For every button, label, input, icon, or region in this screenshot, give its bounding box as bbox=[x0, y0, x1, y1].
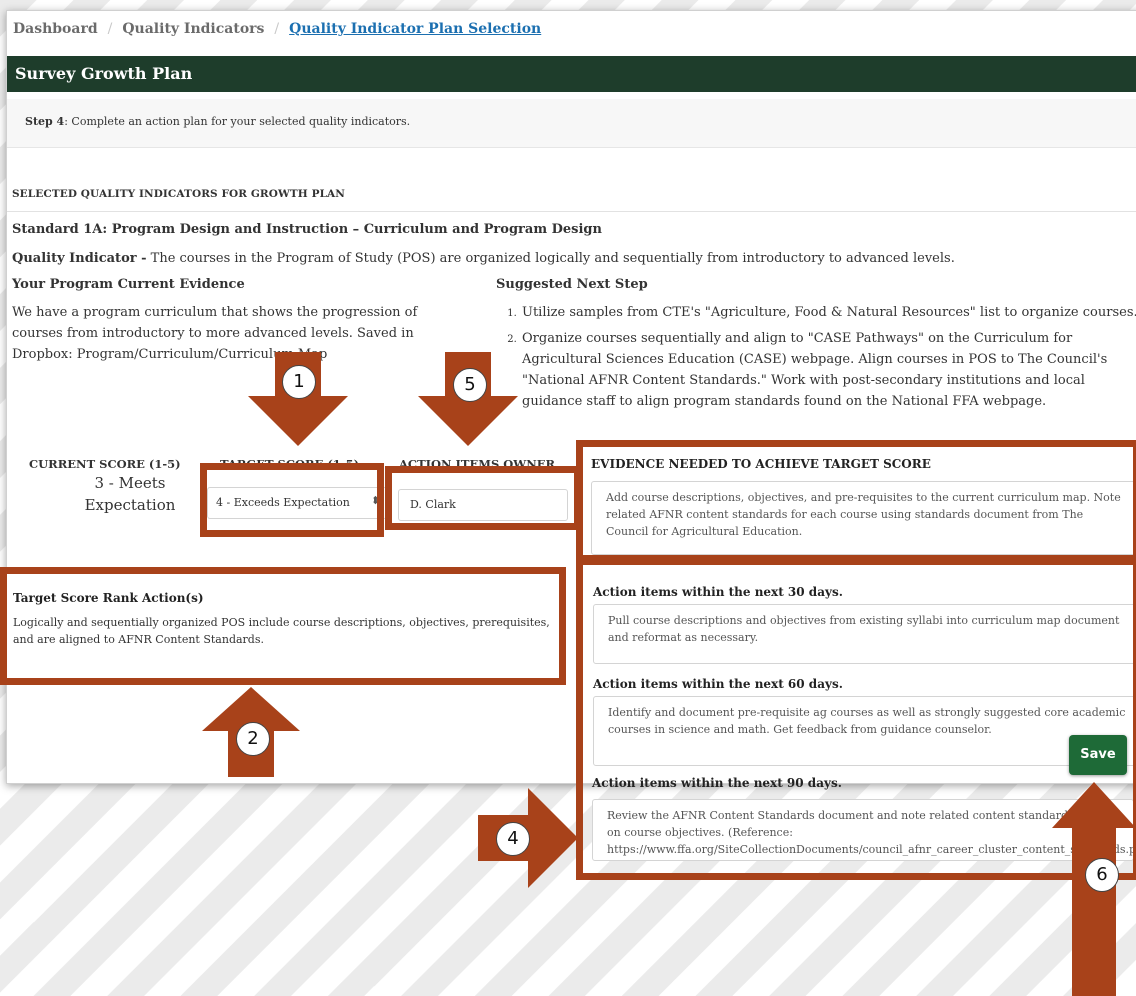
next-step-item: Utilize samples from CTE's "Agriculture,… bbox=[520, 302, 1136, 323]
evidence-heading: Your Program Current Evidence bbox=[12, 277, 245, 292]
callout-box-owner bbox=[385, 466, 581, 530]
callout-number-6: 6 bbox=[1085, 858, 1119, 892]
step-bar: Step 4: Complete an action plan for your… bbox=[7, 99, 1136, 148]
current-score-value: 3 - Meets Expectation bbox=[84, 474, 176, 514]
section-heading: SELECTED QUALITY INDICATORS FOR GROWTH P… bbox=[12, 188, 345, 200]
current-score-heading: CURRENT SCORE (1-5) bbox=[29, 457, 181, 471]
callout-box-evidence-needed bbox=[576, 440, 1136, 562]
divider bbox=[7, 211, 1136, 212]
next-step-list: Utilize samples from CTE's "Agriculture,… bbox=[504, 302, 1136, 417]
step-instruction: Step 4: Complete an action plan for your… bbox=[25, 115, 411, 128]
quality-indicator: Quality Indicator - The courses in the P… bbox=[12, 251, 955, 266]
breadcrumb-plan-selection[interactable]: Quality Indicator Plan Selection bbox=[289, 21, 541, 37]
breadcrumb-dashboard[interactable]: Dashboard bbox=[13, 21, 98, 37]
callout-box-target-score bbox=[200, 463, 384, 537]
page-title-bar: Survey Growth Plan bbox=[7, 56, 1136, 92]
next-step-item: Organize courses sequentially and align … bbox=[520, 328, 1136, 412]
evidence-text: We have a program curriculum that shows … bbox=[12, 305, 418, 362]
breadcrumb: Dashboard / Quality Indicators / Quality Ind… bbox=[13, 21, 542, 37]
standard-title: Standard 1A: Program Design and Instruct… bbox=[12, 222, 602, 237]
breadcrumb-quality-indicators[interactable]: Quality Indicators bbox=[122, 21, 264, 37]
callout-number-2: 2 bbox=[236, 722, 270, 756]
callout-number-1: 1 bbox=[282, 365, 316, 399]
next-step-heading: Suggested Next Step bbox=[496, 277, 648, 292]
callout-box-target-action bbox=[0, 567, 566, 685]
callout-number-5: 5 bbox=[453, 368, 487, 402]
callout-number-4: 4 bbox=[496, 822, 530, 856]
page-title: Survey Growth Plan bbox=[15, 64, 193, 83]
